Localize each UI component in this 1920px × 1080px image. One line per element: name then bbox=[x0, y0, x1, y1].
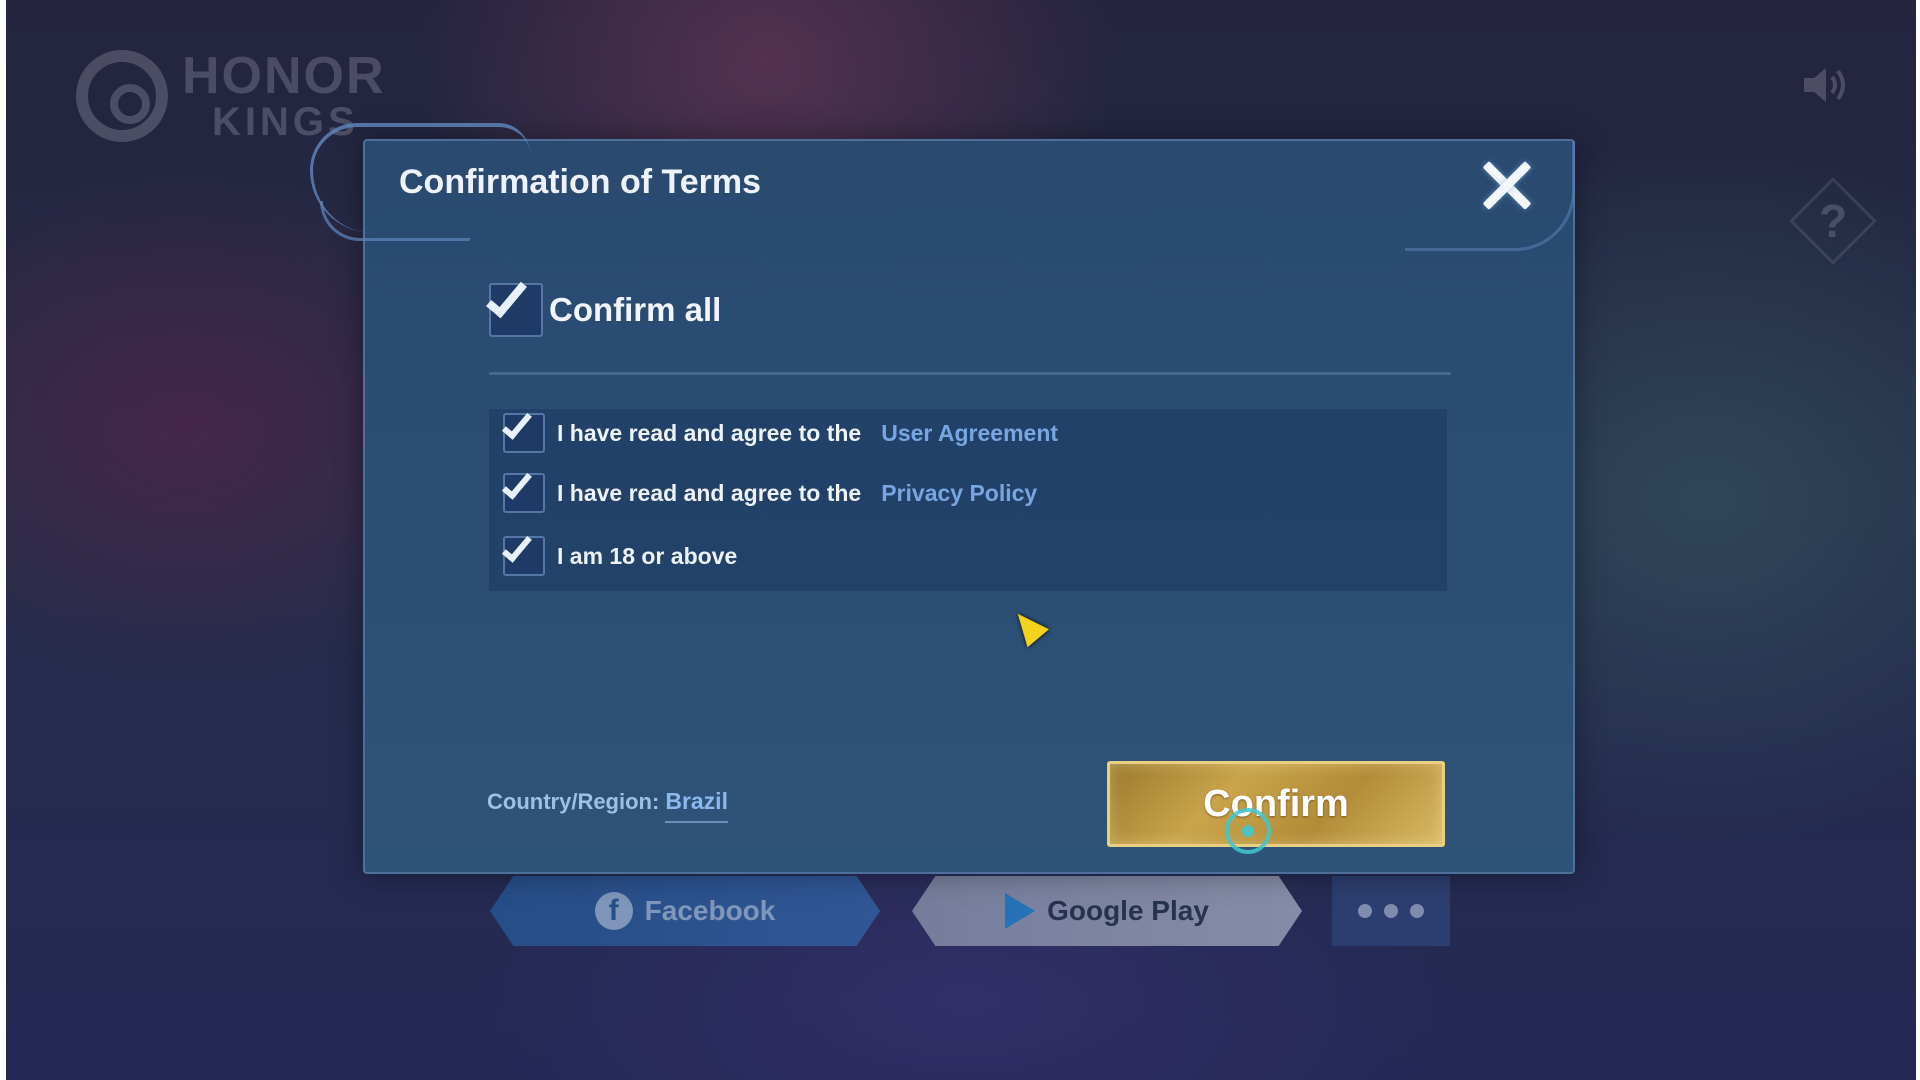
more-dot-icon bbox=[1410, 904, 1424, 918]
checkmark-icon bbox=[501, 530, 532, 563]
user-agreement-link[interactable]: User Agreement bbox=[881, 420, 1058, 447]
dialog-title: Confirmation of Terms bbox=[399, 163, 762, 201]
term-text: I am 18 or above bbox=[557, 542, 738, 569]
checkmark-icon bbox=[501, 467, 532, 500]
game-login-screen: HONOR KINGS ? f Facebook Google Play Con… bbox=[6, 0, 1916, 1080]
sound-toggle-button[interactable] bbox=[1796, 55, 1856, 115]
term-privacy-policy[interactable]: I have read and agree to the Privacy Pol… bbox=[501, 467, 1037, 513]
checkmark-icon bbox=[486, 274, 527, 319]
logo-text-line1: HONOR bbox=[182, 47, 386, 105]
privacy-policy-checkbox[interactable] bbox=[501, 467, 545, 513]
more-dot-icon bbox=[1358, 904, 1372, 918]
user-agreement-checkbox[interactable] bbox=[501, 407, 545, 453]
confirm-all-checkbox[interactable] bbox=[486, 274, 543, 337]
country-region: Country/Region: Brazil bbox=[487, 788, 728, 823]
divider bbox=[489, 372, 1451, 375]
touch-indicator-icon bbox=[1225, 808, 1271, 854]
help-button[interactable]: ? bbox=[1789, 177, 1877, 265]
facebook-icon: f bbox=[594, 892, 633, 930]
facebook-login-button[interactable]: f Facebook bbox=[490, 876, 880, 946]
close-button[interactable] bbox=[1479, 157, 1535, 213]
terms-dialog: Confirmation of Terms Confirm all I have… bbox=[310, 123, 1575, 874]
confirm-button-label: Confirm bbox=[1203, 782, 1349, 825]
age-checkbox[interactable] bbox=[501, 530, 545, 576]
term-age[interactable]: I am 18 or above bbox=[501, 530, 738, 576]
speaker-icon bbox=[1804, 68, 1845, 102]
confirm-all-option[interactable]: Confirm all bbox=[486, 274, 722, 337]
confirm-button[interactable]: Confirm bbox=[1107, 761, 1445, 847]
checkmark-icon bbox=[501, 407, 532, 440]
term-text: I have read and agree to the bbox=[557, 419, 862, 446]
more-dot-icon bbox=[1384, 904, 1398, 918]
decorative-swirl bbox=[320, 201, 470, 241]
region-label: Country/Region: bbox=[487, 789, 660, 814]
term-user-agreement[interactable]: I have read and agree to the User Agreem… bbox=[501, 407, 1058, 453]
logo-emblem-icon bbox=[76, 50, 168, 142]
confirm-all-label: Confirm all bbox=[549, 291, 722, 328]
privacy-policy-link[interactable]: Privacy Policy bbox=[881, 480, 1037, 507]
facebook-login-label: Facebook bbox=[644, 895, 776, 926]
google-play-icon bbox=[1005, 893, 1036, 929]
google-play-login-button[interactable]: Google Play bbox=[912, 876, 1302, 946]
more-login-options-button[interactable] bbox=[1332, 876, 1450, 946]
terms-list: I have read and agree to the User Agreem… bbox=[489, 407, 1447, 591]
google-play-login-label: Google Play bbox=[1047, 895, 1209, 926]
region-selector[interactable]: Brazil bbox=[665, 788, 728, 823]
help-icon: ? bbox=[1818, 194, 1848, 247]
term-text: I have read and agree to the bbox=[557, 479, 862, 506]
